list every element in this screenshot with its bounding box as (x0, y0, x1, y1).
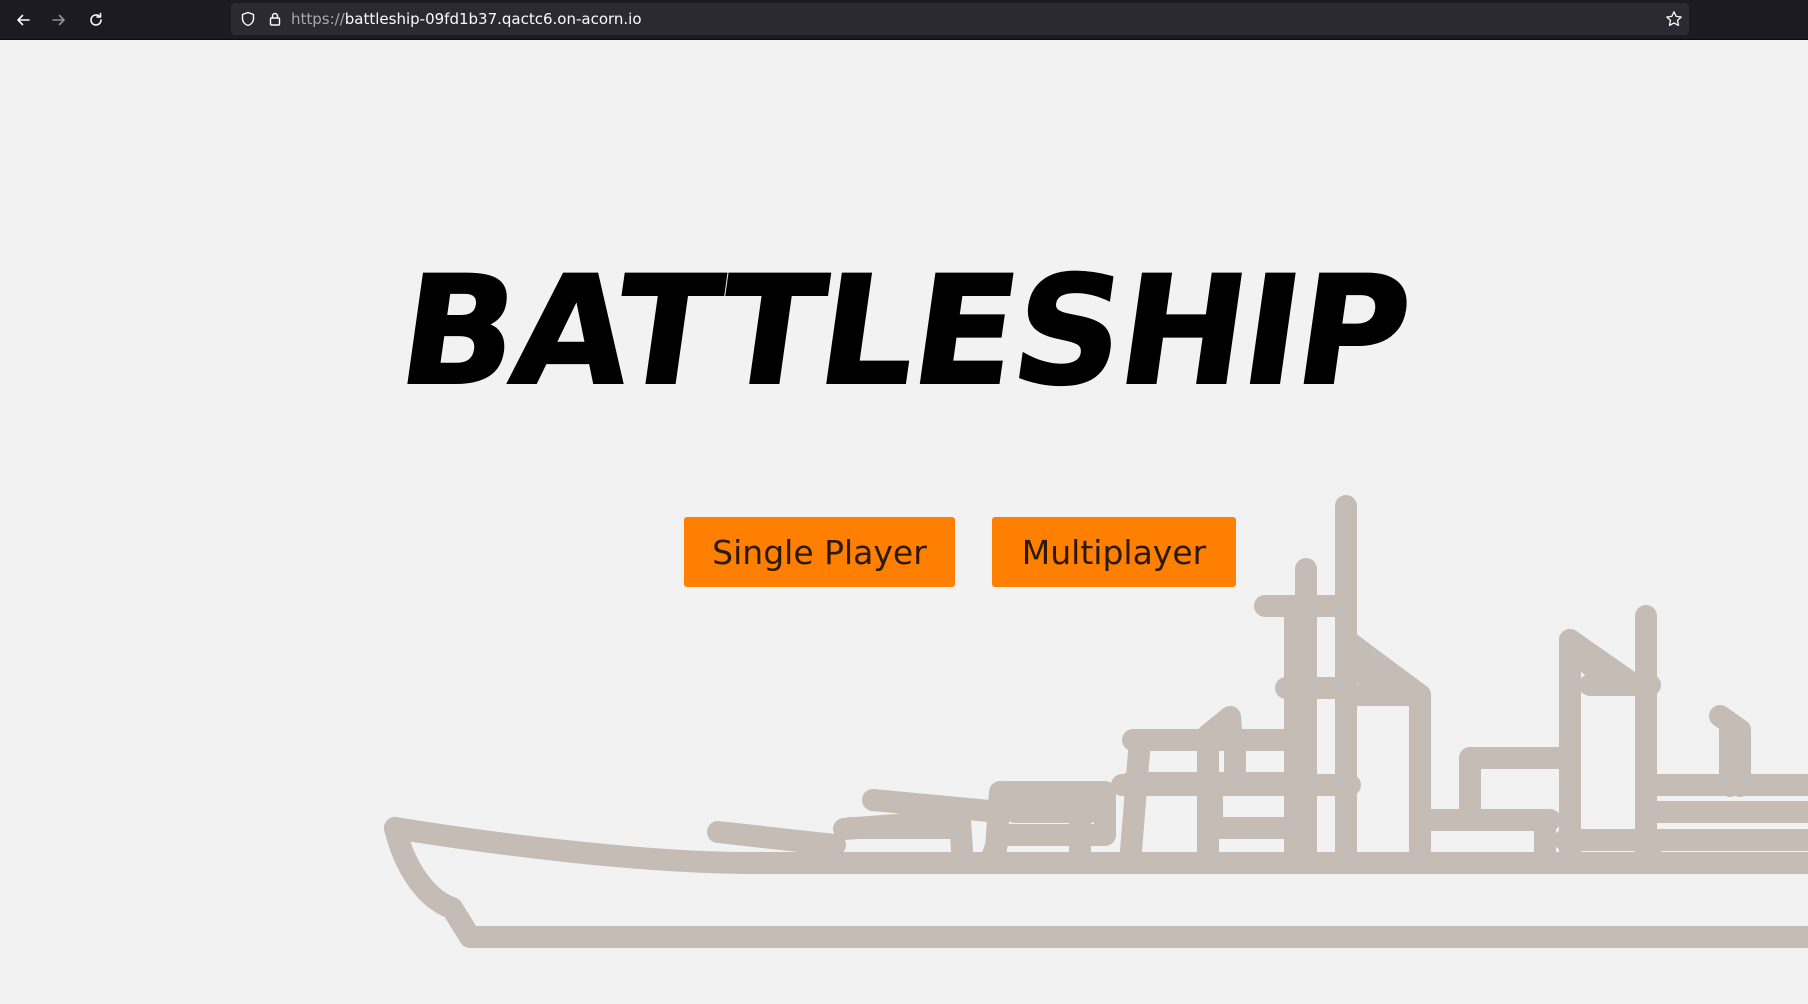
star-icon[interactable] (1665, 10, 1683, 32)
address-bar[interactable]: https://battleship-09fd1b37.qactc6.on-ac… (231, 3, 1689, 35)
lock-icon[interactable] (267, 11, 283, 31)
url-text[interactable]: https://battleship-09fd1b37.qactc6.on-ac… (291, 10, 642, 28)
page-title: BATTLESHIP (389, 244, 1420, 420)
page-content: BATTLESHIP Single Player Multiplayer (0, 40, 1808, 1004)
single-player-button[interactable]: Single Player (684, 517, 955, 587)
multiplayer-button[interactable]: Multiplayer (992, 517, 1236, 587)
url-protocol: https:// (291, 10, 345, 28)
reload-icon[interactable] (84, 8, 108, 32)
url-host: battleship-09fd1b37.qactc6.on-acorn.io (344, 10, 642, 28)
browser-toolbar: https://battleship-09fd1b37.qactc6.on-ac… (0, 0, 1808, 40)
shield-icon[interactable] (240, 11, 256, 31)
back-arrow-icon[interactable] (11, 8, 35, 32)
forward-arrow-icon[interactable] (47, 8, 71, 32)
